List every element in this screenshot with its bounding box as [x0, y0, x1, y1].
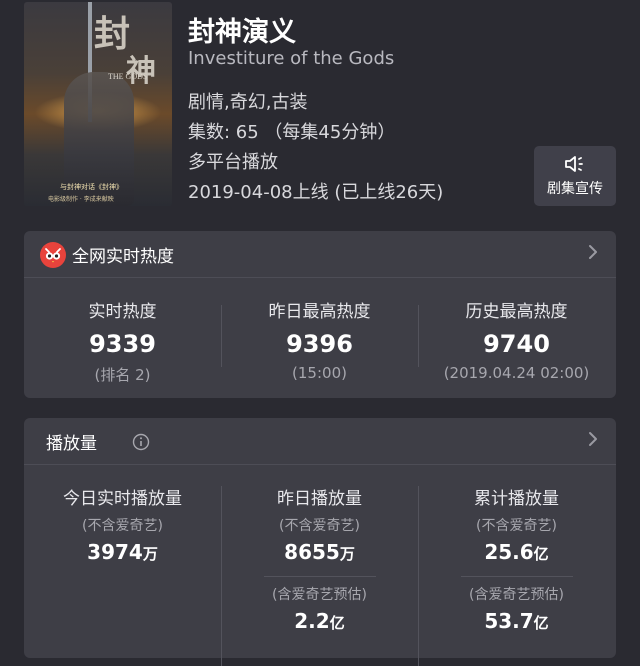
play-total-unit: 亿 [533, 545, 549, 563]
play-card-title: 播放量 [46, 434, 97, 454]
show-platform: 多平台播放 [188, 152, 278, 173]
play-col-total: 累计播放量 (不含爱奇艺) 25.6亿 [418, 484, 615, 564]
heat-yesterday-time: (15:00) [292, 364, 347, 382]
heat-realtime-rank: (排名 2) [94, 366, 151, 384]
poster-calligraphy-2: 神 [126, 54, 156, 89]
divider [461, 576, 573, 577]
play-today-note: (不含爱奇艺) [82, 518, 163, 534]
promo-button[interactable]: 剧集宣传 [534, 146, 616, 206]
play-card-header[interactable]: 播放量 [24, 418, 616, 465]
play-total-value: 25.6 [484, 540, 534, 564]
play-today-unit: 万 [142, 545, 158, 563]
play-total-note: (不含爱奇艺) [476, 518, 557, 534]
play-yesterday-unit2: 亿 [329, 614, 345, 632]
show-header: 封 神 THE GODS 与封神对话《封神》 电影级制作 · 李成来献映 封神演… [0, 0, 640, 220]
play-card: 播放量 今日实时播放量 (不含爱奇艺) 3974万 昨日播放量 (不含爱奇艺) … [24, 418, 616, 666]
play-total-unit2: 亿 [533, 614, 549, 632]
heat-history-label: 历史最高热度 [465, 302, 568, 322]
play-total-note2: (含爱奇艺预估) [469, 587, 564, 603]
show-english-title: Investiture of the Gods [188, 48, 395, 69]
speaker-icon [534, 153, 616, 175]
divider [264, 576, 376, 577]
play-yesterday-note: (不含爱奇艺) [279, 518, 360, 534]
poster-subtitle: THE GODS [108, 72, 148, 81]
play-yesterday-estimate: (含爱奇艺预估) 2.2亿 [221, 584, 418, 633]
heat-yesterday-value: 9396 [286, 330, 353, 358]
play-yesterday-note2: (含爱奇艺预估) [272, 587, 367, 603]
play-yesterday-label: 昨日播放量 [277, 489, 362, 509]
poster-calligraphy: 封 [94, 13, 130, 55]
show-release: 2019-04-08上线 (已上线26天) [188, 182, 444, 203]
play-yesterday-unit: 万 [339, 545, 355, 563]
heat-realtime-value: 9339 [89, 330, 156, 358]
heat-realtime-label: 实时热度 [88, 302, 157, 322]
heat-yesterday-label: 昨日最高热度 [268, 302, 371, 322]
heat-history-time: (2019.04.24 02:00) [443, 364, 590, 382]
show-genres: 剧情,奇幻,古装 [188, 92, 308, 113]
poster-caption: 与封神对话《封神》 [60, 183, 123, 191]
heat-col-yesterday: 昨日最高热度 9396 (15:00) [221, 297, 418, 382]
poster-caption-2: 电影级制作 · 李成来献映 [48, 196, 114, 203]
heat-card-title: 全网实时热度 [72, 247, 174, 267]
play-today-label: 今日实时播放量 [63, 489, 182, 509]
heat-col-realtime: 实时热度 9339 (排名 2) [24, 297, 221, 385]
show-episodes: 集数: 65 （每集45分钟） [188, 122, 396, 143]
play-col-today: 今日实时播放量 (不含爱奇艺) 3974万 [24, 484, 221, 564]
chevron-right-icon[interactable] [588, 431, 598, 451]
heat-col-history: 历史最高热度 9740 (2019.04.24 02:00) [418, 297, 615, 382]
show-poster[interactable]: 封 神 THE GODS 与封神对话《封神》 电影级制作 · 李成来献映 [24, 2, 172, 206]
heat-history-value: 9740 [483, 330, 550, 358]
play-total-label: 累计播放量 [474, 489, 559, 509]
play-total-value2: 53.7 [484, 609, 534, 633]
play-today-value: 3974 [87, 540, 143, 564]
play-yesterday-value2: 2.2 [294, 609, 330, 633]
promo-button-label: 剧集宣传 [547, 181, 603, 197]
chevron-right-icon[interactable] [588, 244, 598, 264]
info-icon[interactable] [132, 433, 150, 455]
heat-card-header[interactable]: 全网实时热度 [24, 231, 616, 278]
show-title: 封神演义 [188, 17, 296, 48]
play-total-estimate: (含爱奇艺预估) 53.7亿 [418, 584, 615, 633]
play-yesterday-value: 8655 [284, 540, 340, 564]
owl-logo-icon [40, 242, 66, 268]
heat-card: 全网实时热度 实时热度 9339 (排名 2) 昨日最高热度 9396 (15:… [24, 231, 616, 398]
play-col-yesterday: 昨日播放量 (不含爱奇艺) 8655万 [221, 484, 418, 564]
